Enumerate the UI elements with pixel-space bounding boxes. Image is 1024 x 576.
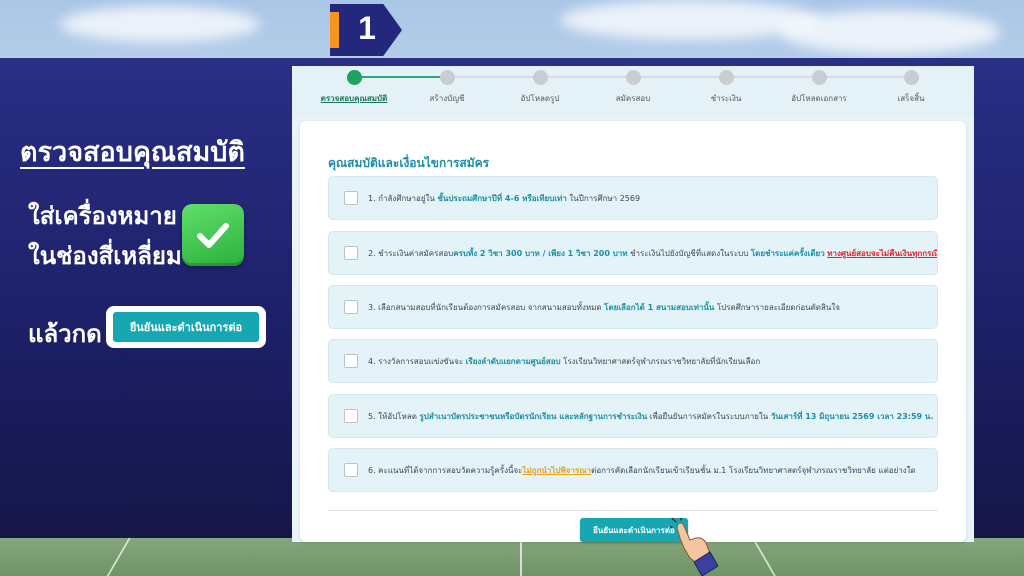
condition-checkbox-5[interactable] bbox=[344, 409, 358, 423]
step-dot-2 bbox=[440, 70, 455, 85]
condition-text-3: 3. เลือกสนามสอบที่นักเรียนต้องการสมัครสอ… bbox=[368, 301, 840, 314]
condition-text-2: 2. ชำระเงินค่าสมัครสอบครบทั้ง 2 วิชา 300… bbox=[368, 247, 937, 260]
condition-checkbox-4[interactable] bbox=[344, 354, 358, 368]
condition-checkbox-2[interactable] bbox=[344, 246, 358, 260]
condition-2-part-3: ชำระเงินไปยังบัญชีที่แสดงในระบบ bbox=[627, 248, 751, 258]
conditions-title: คุณสมบัติและเงื่อนไขการสมัคร bbox=[328, 156, 490, 170]
registration-panel: ตรวจสอบคุณสมบัติ สร้างบัญชี อัปโหลดรูป ส… bbox=[292, 66, 974, 542]
condition-4-part-2: เรียงลำดับแยกตามศูนย์สอบ bbox=[465, 356, 561, 366]
step-number-badge: 1 bbox=[330, 4, 402, 56]
condition-checkbox-6[interactable] bbox=[344, 463, 358, 477]
condition-3-part-1: 3. เลือกสนามสอบที่นักเรียนต้องการสมัครสอ… bbox=[368, 302, 605, 312]
condition-checkbox-3[interactable] bbox=[344, 300, 358, 314]
instruction-line-1: ใส่เครื่องหมาย bbox=[28, 202, 177, 230]
condition-5-part-1: 5. ให้อัปโหลด bbox=[368, 411, 420, 421]
step-dot-1 bbox=[347, 70, 362, 85]
condition-checkbox-1[interactable] bbox=[344, 191, 358, 205]
condition-1-part-3: ในปีการศึกษา 2569 bbox=[566, 193, 641, 203]
condition-text-6: 6. คะแนนที่ได้จากการสอบวัดความรู้ครั้งนี… bbox=[368, 464, 916, 477]
condition-6-part-1: 6. คะแนนที่ได้จากการสอบวัดความรู้ครั้งนี… bbox=[368, 465, 523, 475]
condition-row-6: 6. คะแนนที่ได้จากการสอบวัดความรู้ครั้งนี… bbox=[328, 448, 938, 492]
condition-4-part-1: 4. รางวัลการสอบแข่งขันจะ bbox=[368, 356, 466, 366]
step-label-4: สมัครสอบ bbox=[615, 94, 651, 103]
condition-3-part-3: โปรดศึกษารายละเอียดก่อนตัดสินใจ bbox=[714, 302, 840, 312]
condition-row-2: 2. ชำระเงินค่าสมัครสอบครบทั้ง 2 วิชา 300… bbox=[328, 231, 938, 275]
condition-1-part-1: 1. กำลังศึกษาอยู่ใน bbox=[368, 193, 438, 203]
card-divider bbox=[328, 510, 938, 511]
condition-5-part-2: รูปสำเนาบัตรประชาชนหรือบัตรนักเรียน และห… bbox=[419, 411, 648, 421]
instruction-line-2: ในช่องสี่เหลี่ยม bbox=[28, 242, 182, 270]
condition-2-part-1: 2. ชำระเงินค่าสมัครสอบ bbox=[368, 248, 454, 258]
step-label-3: อัปโหลดรูป bbox=[520, 94, 560, 103]
condition-4-part-3: โรงเรียนวิทยาศาสตร์จุฬาภรณราชวิทยาลัยที่… bbox=[560, 356, 761, 366]
condition-5-part-3: เพื่อยืนยันการสมัครในระบบภายใน bbox=[647, 411, 771, 421]
instruction-title: ตรวจสอบคุณสมบัติ bbox=[20, 137, 245, 168]
condition-2-part-6: ทางศูนย์สอบจะไม่คืนเงินทุกกรณี bbox=[827, 248, 937, 258]
condition-5-part-4: วันเสาร์ที่ 13 มิถุนายน 2569 เวลา 23:59 … bbox=[770, 411, 934, 421]
condition-text-4: 4. รางวัลการสอบแข่งขันจะ เรียงลำดับแยกตา… bbox=[368, 355, 760, 368]
condition-6-part-2: ไม่ถูกนำไปพิจารณา bbox=[522, 465, 592, 475]
step-dot-3 bbox=[533, 70, 548, 85]
condition-row-4: 4. รางวัลการสอบแข่งขันจะ เรียงลำดับแยกตา… bbox=[328, 339, 938, 383]
demo-button-frame: ยืนยันและดำเนินการต่อ bbox=[106, 306, 266, 348]
step-label-5: ชำระเงิน bbox=[710, 94, 742, 103]
hand-click-icon bbox=[667, 515, 719, 576]
condition-6-part-3: ต่อการคัดเลือกนักเรียนเข้าเรียนชั้น ม.1 … bbox=[591, 465, 916, 475]
condition-3-part-2: โดยเลือกได้ 1 สนามสอบเท่านั้น bbox=[604, 302, 715, 312]
condition-row-1: 1. กำลังศึกษาอยู่ใน ชั้นประถมศึกษาปีที่ … bbox=[328, 176, 938, 220]
condition-text-5: 5. ให้อัปโหลด รูปสำเนาบัตรประชาชนหรือบัต… bbox=[368, 410, 933, 423]
step-dot-7 bbox=[904, 70, 919, 85]
progress-stepper: ตรวจสอบคุณสมบัติ สร้างบัญชี อัปโหลดรูป ส… bbox=[292, 66, 974, 116]
step-label-2: สร้างบัญชี bbox=[429, 94, 465, 103]
demo-confirm-button: ยืนยันและดำเนินการต่อ bbox=[113, 312, 259, 342]
instruction-line-3: แล้วกด bbox=[28, 320, 102, 348]
condition-2-part-4: โดยชำระแค่ครั้งเดียว bbox=[750, 248, 825, 258]
conditions-card: คุณสมบัติและเงื่อนไขการสมัคร 1. กำลังศึก… bbox=[300, 121, 966, 542]
step-label-6: อัปโหลดเอกสาร bbox=[791, 94, 847, 103]
step-dot-4 bbox=[626, 70, 641, 85]
step-dot-5 bbox=[719, 70, 734, 85]
condition-2-part-2: ครบทั้ง 2 วิชา 300 บาท / เพียง 1 วิชา 20… bbox=[453, 248, 628, 258]
step-dot-6 bbox=[812, 70, 827, 85]
step-number: 1 bbox=[358, 10, 376, 46]
condition-row-3: 3. เลือกสนามสอบที่นักเรียนต้องการสมัครสอ… bbox=[328, 285, 938, 329]
step-label-1: ตรวจสอบคุณสมบัติ bbox=[320, 94, 388, 103]
condition-row-5: 5. ให้อัปโหลด รูปสำเนาบัตรประชาชนหรือบัต… bbox=[328, 394, 938, 438]
condition-text-1: 1. กำลังศึกษาอยู่ใน ชั้นประถมศึกษาปีที่ … bbox=[368, 192, 640, 205]
step-label-7: เสร็จสิ้น bbox=[897, 94, 925, 103]
condition-1-part-2: ชั้นประถมศึกษาปีที่ 4-6 หรือเทียบเท่า bbox=[437, 193, 567, 203]
green-checkmark-icon bbox=[182, 204, 244, 266]
